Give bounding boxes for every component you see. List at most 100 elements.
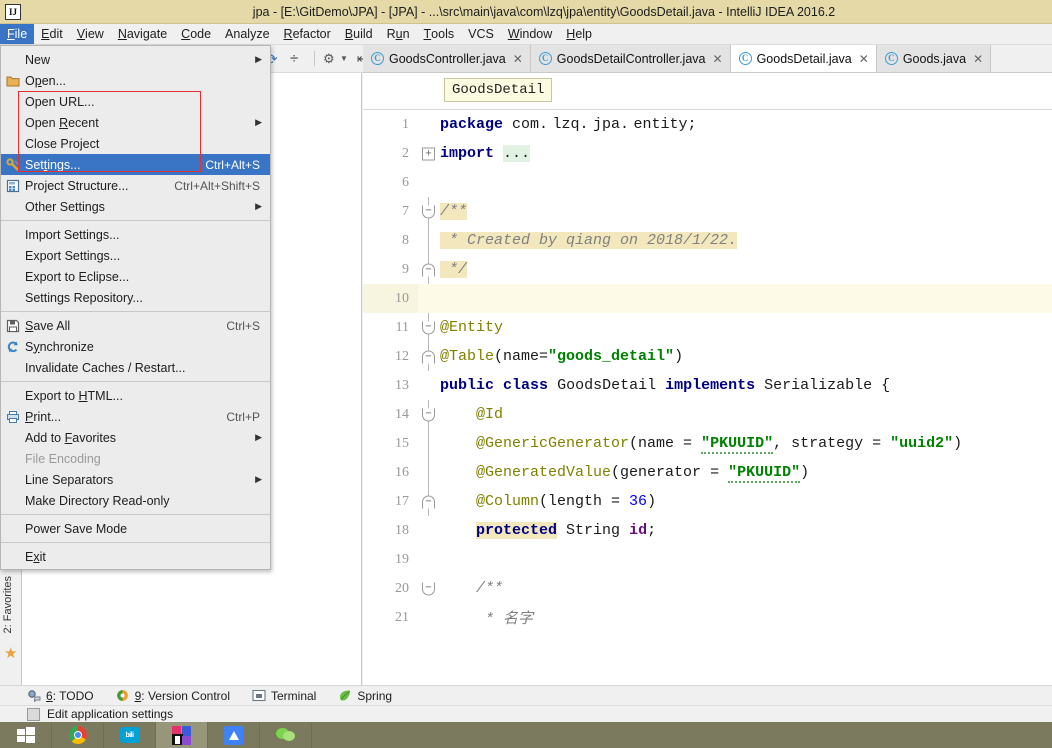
menu-item-line-separators[interactable]: Line Separators ▶ [1,469,270,490]
fold-gutter[interactable] [418,516,440,545]
tool-window-button-todo[interactable]: 6: TODO [27,689,94,703]
tool-window-button-versioncontrol[interactable]: 9: Version Control [116,689,230,703]
fold-gutter[interactable] [418,313,440,342]
close-icon[interactable]: ✕ [511,52,523,66]
menu-item-print[interactable]: Print... Ctrl+P [1,406,270,427]
fold-collapse-icon[interactable] [422,408,435,421]
menu-code[interactable]: Code [174,24,218,44]
line-number: 10 [363,284,418,313]
tool-window-button-spring[interactable]: Spring [338,689,392,703]
menu-tools[interactable]: Tools [417,24,462,44]
menu-item-label: Open URL... [25,94,95,109]
wechat-icon[interactable] [275,727,296,743]
fold-collapse-icon[interactable] [422,263,435,276]
menu-item-import-settings[interactable]: Import Settings... [1,224,270,245]
menu-edit[interactable]: Edit [34,24,70,44]
fold-collapse-icon[interactable] [422,495,435,508]
menu-item-power-save-mode[interactable]: Power Save Mode [1,518,270,539]
fold-gutter[interactable] [418,226,440,255]
windows-start-icon[interactable] [16,727,35,743]
menu-item-synchronize[interactable]: Synchronize [1,336,270,357]
fold-gutter[interactable] [418,168,440,197]
taskbar-item[interactable] [52,722,104,748]
menu-help[interactable]: Help [559,24,599,44]
fold-collapse-icon[interactable] [422,205,435,218]
editor-tab[interactable]: C GoodsController.java ✕ [363,45,531,72]
todo-icon [27,689,41,702]
menu-item-open[interactable]: Open... [1,70,270,91]
menu-file[interactable]: File [0,24,35,44]
code-editor[interactable]: 1 package com. lzq. jpa. entity; 2 import .… [363,110,1052,685]
fold-gutter[interactable] [418,487,440,516]
menu-item-settings-repository[interactable]: Settings Repository... [1,287,270,308]
menu-item-save-all[interactable]: Save All Ctrl+S [1,315,270,336]
fold-collapse-icon[interactable] [422,582,435,595]
fold-collapse-icon[interactable] [422,350,435,363]
menu-separator [1,542,270,543]
menu-refactor[interactable]: Refactor [277,24,338,44]
editor-tab[interactable]: C Goods.java ✕ [876,45,992,72]
blue-app-icon[interactable] [224,725,243,745]
menu-item-close-project[interactable]: Close Project [1,133,270,154]
fold-collapse-icon[interactable] [422,321,435,334]
menu-build[interactable]: Build [338,24,380,44]
menu-item-export-to-eclipse[interactable]: Export to Eclipse... [1,266,270,287]
menu-item-settings[interactable]: Settings... Ctrl+Alt+S [1,154,270,175]
menu-window[interactable]: Window [501,24,559,44]
menu-item-label: Export to Eclipse... [25,269,130,284]
fold-gutter[interactable] [418,458,440,487]
fold-gutter[interactable] [418,429,440,458]
fold-gutter[interactable] [418,603,440,632]
menu-navigate[interactable]: Navigate [111,24,174,44]
code-text: @Id [476,406,504,423]
fold-gutter[interactable] [418,197,440,226]
menu-item-new[interactable]: New ▶ [1,49,270,70]
tool-window-button-terminal[interactable]: Terminal [252,689,316,703]
fold-gutter[interactable] [418,400,440,429]
menu-item-label: Make Directory Read-only [25,493,170,508]
editor-tab[interactable]: C GoodsDetailController.java ✕ [530,45,731,72]
file-menu-dropdown[interactable]: New ▶ Open... Open URL... Open Recent ▶ Close … [0,45,271,570]
editor-tab[interactable]: C GoodsDetail.java ✕ [730,45,877,72]
chrome-icon[interactable] [68,726,87,744]
fold-gutter[interactable] [418,371,440,400]
menu-run[interactable]: Run [380,24,417,44]
breadcrumb-class[interactable]: GoodsDetail [444,78,553,102]
fold-expand-icon[interactable] [422,147,435,160]
taskbar-item[interactable] [208,722,260,748]
fold-gutter[interactable] [418,574,440,603]
menu-item-label: Save All [25,318,71,333]
close-icon[interactable]: ✕ [971,52,983,66]
menu-item-export-settings[interactable]: Export Settings... [1,245,270,266]
taskbar-item[interactable]: bili [104,722,156,748]
menu-item-project-structure[interactable]: Project Structure... Ctrl+Alt+Shift+S [1,175,270,196]
sidebar-item-favorites[interactable]: 2: Favorites [2,576,20,633]
taskbar-item[interactable] [260,722,312,748]
chevron-down-icon[interactable]: ▼ [340,54,348,63]
fold-gutter[interactable] [418,342,440,371]
menu-item-export-to-html[interactable]: Export to HTML... [1,385,270,406]
menu-view[interactable]: View [70,24,111,44]
intellij-idea-icon[interactable] [171,725,192,745]
menu-item-exit[interactable]: Exit [1,546,270,567]
menu-vcs[interactable]: VCS [461,24,501,44]
fold-gutter[interactable] [418,110,440,139]
taskbar-item[interactable] [156,722,208,748]
menu-item-open-url[interactable]: Open URL... [1,91,270,112]
fold-gutter[interactable] [418,545,440,574]
menu-item-other-settings[interactable]: Other Settings ▶ [1,196,270,217]
menu-item-open-recent[interactable]: Open Recent ▶ [1,112,270,133]
gear-icon[interactable]: ⚙ [323,51,339,67]
menu-item-make-directory-read-only[interactable]: Make Directory Read-only [1,490,270,511]
bilibili-icon[interactable]: bili [119,727,140,743]
menu-analyze[interactable]: Analyze [218,24,276,44]
fold-gutter[interactable] [418,139,440,168]
taskbar-item[interactable] [0,722,52,748]
close-icon[interactable]: ✕ [857,52,869,66]
fold-gutter[interactable] [418,255,440,284]
fold-gutter[interactable] [418,284,440,313]
menu-item-add-to-favorites[interactable]: Add to Favorites ▶ [1,427,270,448]
compare-icon[interactable]: ÷ [290,50,306,67]
close-icon[interactable]: ✕ [711,52,723,66]
menu-item-invalidate-caches-restart[interactable]: Invalidate Caches / Restart... [1,357,270,378]
